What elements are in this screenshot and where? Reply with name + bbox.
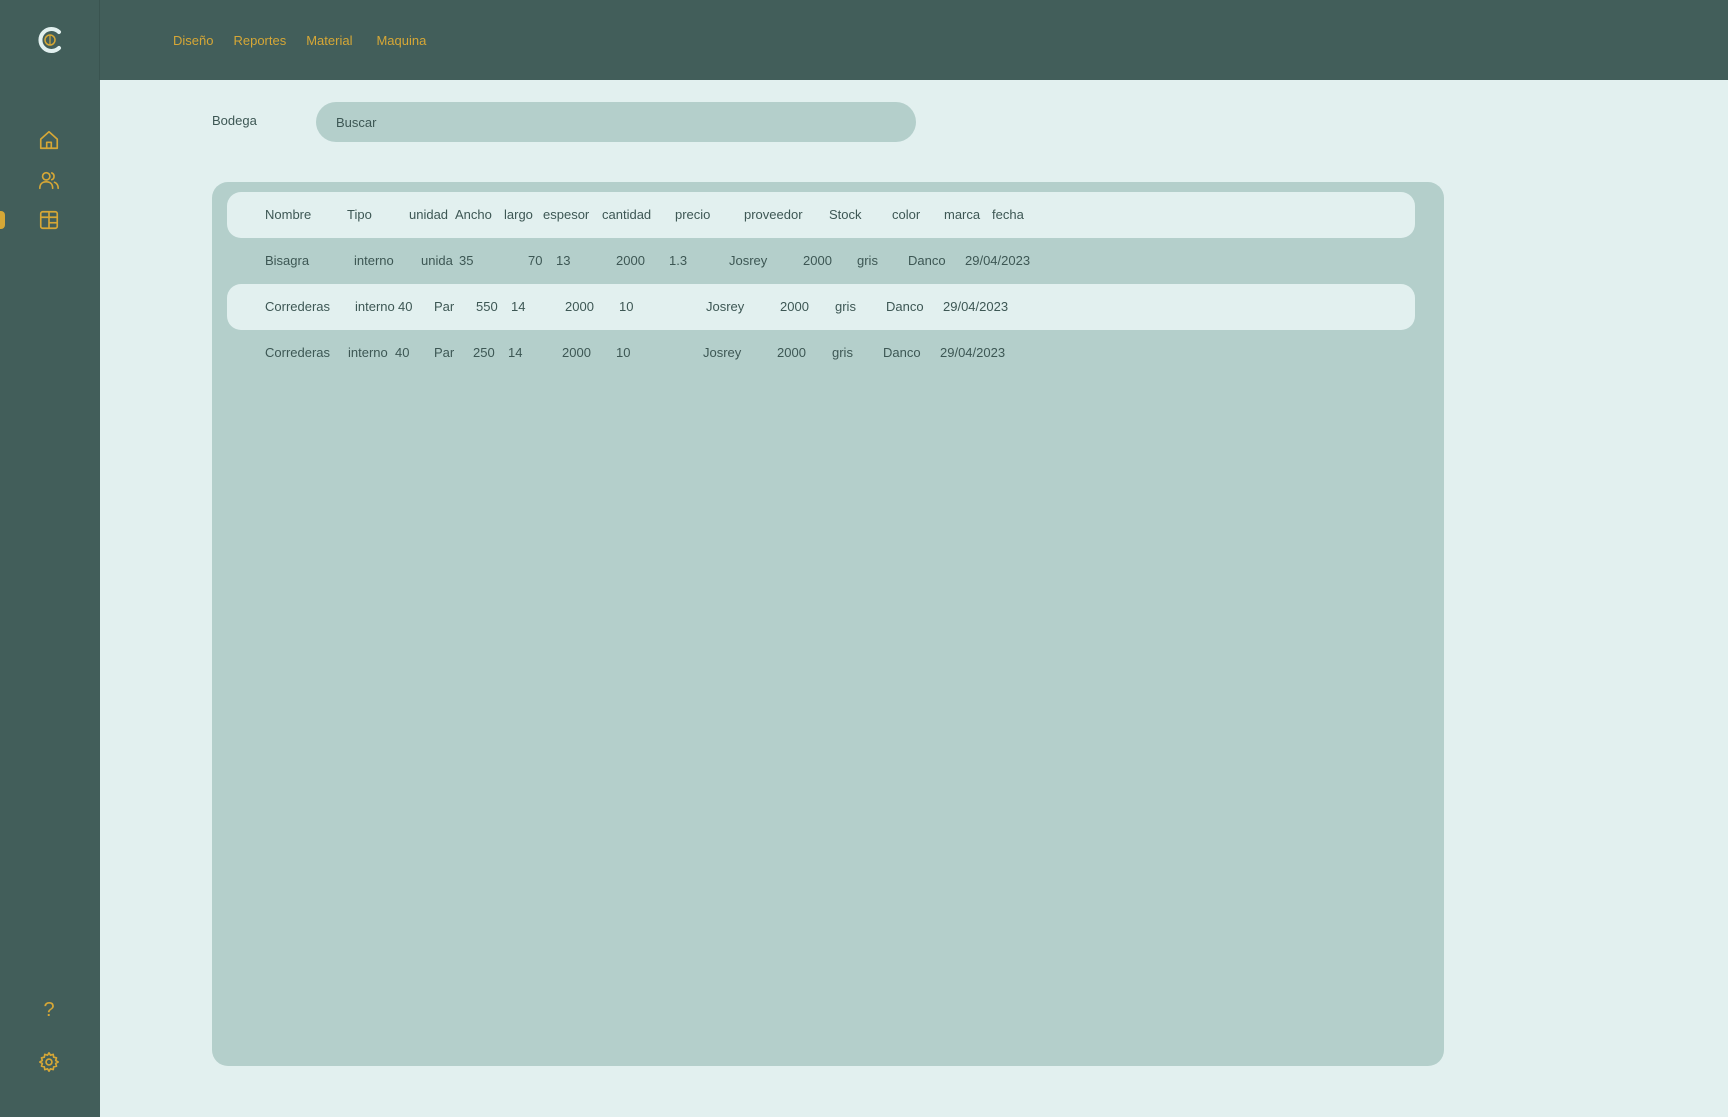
cell-cantidad: 2000 (565, 299, 594, 314)
cell-tipo: interno (354, 253, 394, 268)
cell-espesor: 13 (556, 253, 571, 268)
cell-proveedor: Josrey (703, 345, 742, 360)
cell-fecha: 29/04/2023 (940, 345, 1006, 360)
home-icon (39, 130, 59, 150)
sidebar: ? (0, 80, 100, 1117)
cell-stock: 2000 (780, 299, 809, 314)
cell-precio: 1.3 (669, 253, 688, 268)
cell-ancho: 35 (459, 253, 474, 268)
cell-espesor: 14 (508, 345, 523, 360)
header-tipo[interactable]: Tipo (347, 207, 372, 222)
cell-precio: 10 (619, 299, 634, 314)
cell-largo: 250 (473, 345, 495, 360)
header-ancho[interactable]: Ancho (455, 207, 492, 222)
cell-largo: 70 (528, 253, 543, 268)
cell-color: gris (832, 345, 853, 360)
main-nav: Diseño Reportes Material Maquina (173, 0, 446, 80)
cell-nombre: Bisagra (265, 253, 310, 268)
cell-color: gris (857, 253, 878, 268)
cell-fecha: 29/04/2023 (965, 253, 1031, 268)
header-nombre[interactable]: Nombre (265, 207, 311, 222)
sidebar-item-store[interactable] (36, 207, 62, 233)
cell-ancho: Par (434, 299, 455, 314)
table-row[interactable]: Bisagra interno unida 35 70 13 2000 1.3 … (227, 238, 1415, 284)
header-precio[interactable]: precio (675, 207, 710, 222)
cell-nombre: Correderas (265, 345, 331, 360)
cell-cantidad: 2000 (562, 345, 591, 360)
cell-precio: 10 (616, 345, 631, 360)
header-cantidad[interactable]: cantidad (602, 207, 651, 222)
cell-marca: Danco (908, 253, 946, 268)
cell-color: gris (835, 299, 856, 314)
logo-icon (38, 27, 61, 53)
cell-stock: 2000 (777, 345, 806, 360)
header-stock[interactable]: Stock (829, 207, 862, 222)
inventory-table: Nombre Tipo unidad Ancho largo espesor c… (212, 182, 1444, 1066)
nav-maquina[interactable]: Maquina (376, 33, 426, 48)
cell-stock: 2000 (803, 253, 832, 268)
header-espesor[interactable]: espesor (543, 207, 589, 222)
sidebar-item-settings[interactable] (36, 1049, 62, 1075)
header-fecha[interactable]: fecha (992, 207, 1024, 222)
cell-marca: Danco (886, 299, 924, 314)
logo[interactable] (0, 0, 100, 80)
nav-diseno[interactable]: Diseño (173, 33, 213, 48)
cell-proveedor: Josrey (729, 253, 768, 268)
search-placeholder: Buscar (336, 114, 377, 130)
search-input[interactable]: Buscar (316, 102, 916, 142)
cell-ancho: Par (434, 345, 455, 360)
cell-unidad: unida (421, 253, 453, 268)
users-icon (39, 171, 59, 190)
gear-icon (39, 1052, 59, 1072)
nav-reportes[interactable]: Reportes (233, 33, 286, 48)
header-proveedor[interactable]: proveedor (744, 207, 803, 222)
section-label: Bodega (212, 113, 257, 128)
nav-material[interactable]: Material (306, 33, 352, 48)
table-header-row: Nombre Tipo unidad Ancho largo espesor c… (227, 192, 1415, 238)
cell-tipo: interno (355, 299, 395, 314)
cell-largo: 550 (476, 299, 498, 314)
store-icon (39, 210, 59, 230)
cell-cantidad: 2000 (616, 253, 645, 268)
cell-nombre: Correderas (265, 299, 331, 314)
header-unidad[interactable]: unidad (409, 207, 448, 222)
cell-unidad: 40 (398, 299, 413, 314)
active-indicator (0, 211, 5, 229)
sidebar-item-home[interactable] (36, 127, 62, 153)
header-largo[interactable]: largo (504, 207, 533, 222)
cell-fecha: 29/04/2023 (943, 299, 1009, 314)
help-icon: ? (43, 998, 55, 1021)
cell-tipo: interno (348, 345, 388, 360)
cell-unidad: 40 (395, 345, 410, 360)
cell-espesor: 14 (511, 299, 526, 314)
table-row[interactable]: Correderas interno 40 Par 550 14 2000 10… (227, 284, 1415, 330)
header-color[interactable]: color (892, 207, 920, 222)
cell-proveedor: Josrey (706, 299, 745, 314)
sidebar-item-help[interactable]: ? (36, 997, 62, 1023)
table-row[interactable]: Correderas interno 40 Par 250 14 2000 10… (227, 330, 1415, 376)
header-marca[interactable]: marca (944, 207, 980, 222)
sidebar-item-users[interactable] (36, 167, 62, 193)
cell-marca: Danco (883, 345, 921, 360)
top-bar: Diseño Reportes Material Maquina (0, 0, 1728, 80)
